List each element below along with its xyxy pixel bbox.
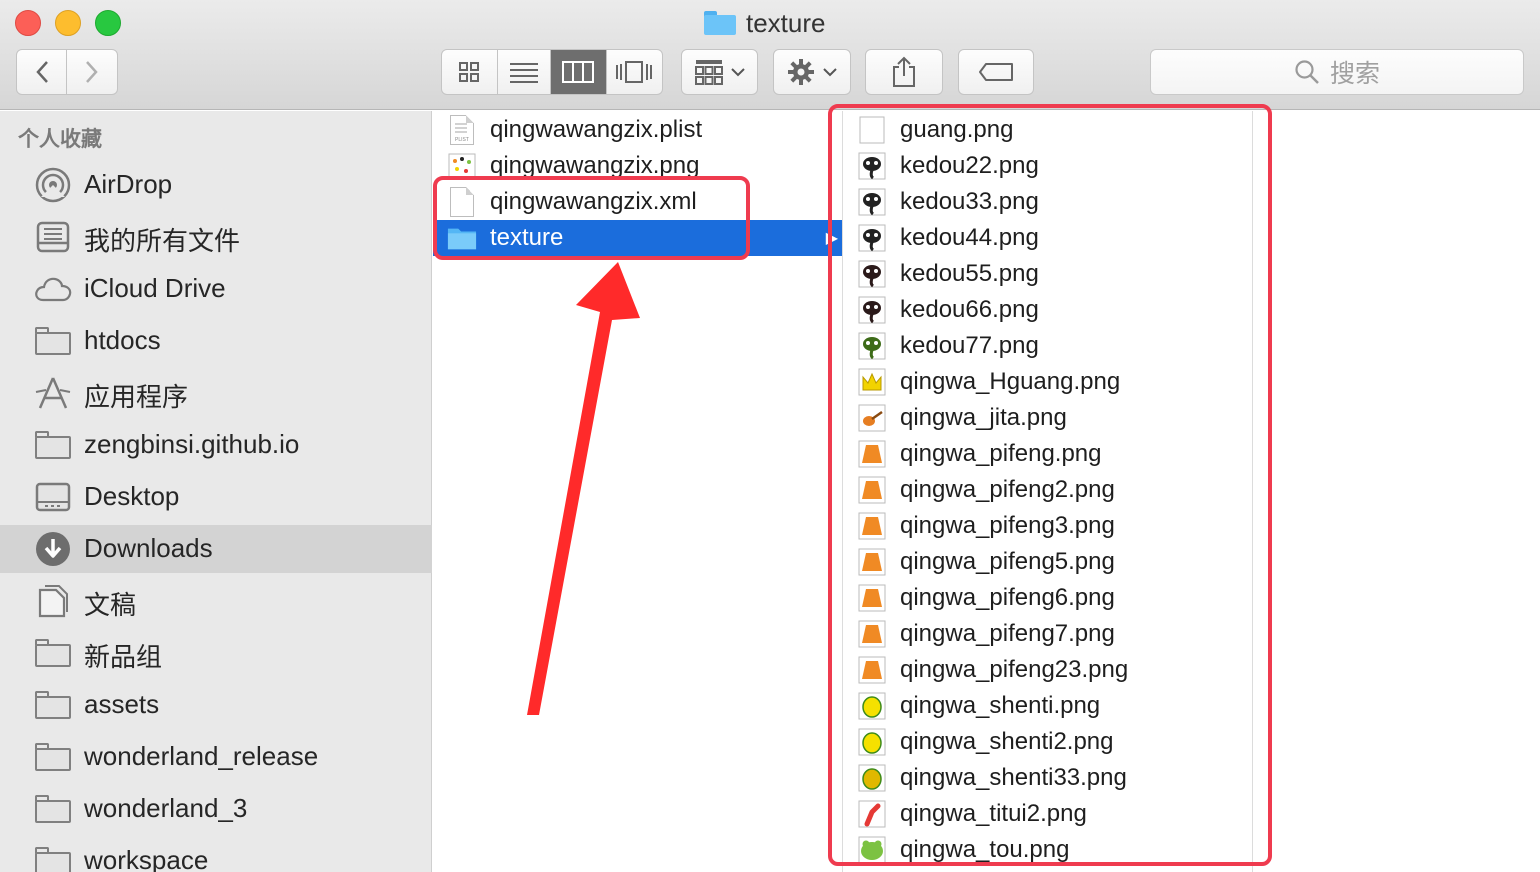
- search-placeholder: 搜索: [1329, 60, 1380, 88]
- cloud-icon: [34, 273, 72, 305]
- list-lines-icon: [509, 63, 538, 83]
- sidebar-item-label: iCloud Drive: [84, 273, 226, 303]
- arrange-button[interactable]: [681, 49, 758, 95]
- sidebar-item-documents[interactable]: 文稿: [0, 577, 432, 625]
- icon-grid-icon: [459, 62, 480, 82]
- downloads-icon: [34, 532, 72, 566]
- view-mode-control: [441, 49, 663, 95]
- sidebar-item-label: AirDrop: [84, 169, 173, 199]
- sidebar-item-downloads[interactable]: Downloads: [0, 525, 432, 573]
- sidebar-item-icloud-drive[interactable]: iCloud Drive: [0, 265, 432, 313]
- cover-flow-icon: [616, 61, 653, 83]
- window-toolbar: texture 搜索: [0, 0, 1540, 110]
- sidebar-item-label: 我的所有文件: [84, 226, 241, 256]
- desktop-icon: [34, 481, 72, 513]
- airdrop-icon: [34, 167, 72, 203]
- sidebar-item-applications[interactable]: 应用程序: [0, 369, 432, 417]
- plist-file-icon: PLIST: [447, 115, 477, 145]
- folder-icon: [34, 429, 72, 461]
- sidebar-item-label: wonderland_release: [84, 741, 319, 771]
- sidebar-item-htdocs[interactable]: htdocs: [0, 317, 432, 365]
- folder-icon: [704, 11, 736, 35]
- forward-button[interactable]: [67, 50, 117, 94]
- sidebar-item-airdrop[interactable]: AirDrop: [0, 161, 432, 209]
- zoom-window-button[interactable]: [95, 10, 121, 36]
- tag-icon: [979, 63, 1013, 81]
- close-window-button[interactable]: [15, 10, 41, 36]
- share-button[interactable]: [865, 49, 943, 95]
- folder-icon: [34, 637, 72, 669]
- sidebar-item-label: workspace: [84, 845, 209, 872]
- folder-icon: [34, 793, 72, 825]
- highlight-box-texture-contents: [828, 104, 1272, 866]
- sidebar-item-all-files[interactable]: 我的所有文件: [0, 213, 432, 261]
- sidebar-item-label: assets: [84, 689, 160, 719]
- sidebar-item-label: 新品组: [84, 642, 163, 672]
- back-button[interactable]: [17, 50, 68, 94]
- sidebar-favorites-heading: 个人收藏: [18, 128, 102, 151]
- sidebar-item-label: Downloads: [84, 533, 213, 563]
- sidebar-item-wonderland-3[interactable]: wonderland_3: [0, 785, 432, 833]
- sidebar: 个人收藏 AirDrop 我的所有文件 iCloud Drive htdocs …: [0, 111, 432, 872]
- gear-icon: [788, 59, 814, 85]
- applications-icon: [34, 377, 72, 409]
- chevron-left-icon: [35, 61, 48, 83]
- column-view-button[interactable]: [551, 50, 607, 94]
- minimize-window-button[interactable]: [55, 10, 81, 36]
- highlight-box-xml-texture: [433, 176, 750, 260]
- sidebar-item-assets[interactable]: assets: [0, 681, 432, 729]
- sidebar-item-label: 文稿: [84, 590, 137, 620]
- history-navigation: [16, 49, 118, 95]
- arrange-grid-icon: [694, 60, 723, 85]
- window-title-label: texture: [746, 7, 826, 38]
- file-row[interactable]: PLIST qingwawangzix.plist: [433, 112, 842, 148]
- sidebar-item-wonderland-release[interactable]: wonderland_release: [0, 733, 432, 781]
- folder-icon: [34, 741, 72, 773]
- sidebar-item-workspace[interactable]: workspace: [0, 837, 432, 872]
- chevron-right-icon: [86, 61, 98, 83]
- sidebar-item-label: Desktop: [84, 481, 180, 511]
- chevron-down-icon: [730, 68, 745, 77]
- all-files-icon: [34, 221, 72, 253]
- icon-view-button[interactable]: [442, 50, 498, 94]
- sidebar-item-label: zengbinsi.github.io: [84, 429, 300, 459]
- sidebar-item-new-group[interactable]: 新品组: [0, 629, 432, 677]
- folder-icon: [34, 325, 72, 357]
- window-title: texture: [704, 6, 826, 40]
- documents-icon: [34, 585, 72, 618]
- cover-flow-button[interactable]: [607, 50, 662, 94]
- search-icon: [1295, 60, 1319, 84]
- file-name: qingwawangzix.plist: [490, 116, 703, 143]
- search-input[interactable]: 搜索: [1150, 49, 1524, 95]
- columns-icon: [562, 61, 595, 83]
- list-view-button[interactable]: [498, 50, 552, 94]
- chevron-down-icon: [823, 68, 837, 77]
- folder-icon: [34, 845, 72, 872]
- share-icon: [893, 56, 915, 87]
- action-menu-button[interactable]: [773, 49, 851, 95]
- tags-button[interactable]: [958, 49, 1034, 95]
- sidebar-item-zengbinsi-github-io[interactable]: zengbinsi.github.io: [0, 421, 432, 469]
- sidebar-item-desktop[interactable]: Desktop: [0, 473, 432, 521]
- folder-icon: [34, 689, 72, 721]
- sidebar-item-label: wonderland_3: [84, 793, 248, 823]
- sidebar-item-label: htdocs: [84, 325, 161, 355]
- svg-text:PLIST: PLIST: [455, 137, 469, 143]
- sidebar-item-label: 应用程序: [84, 382, 189, 412]
